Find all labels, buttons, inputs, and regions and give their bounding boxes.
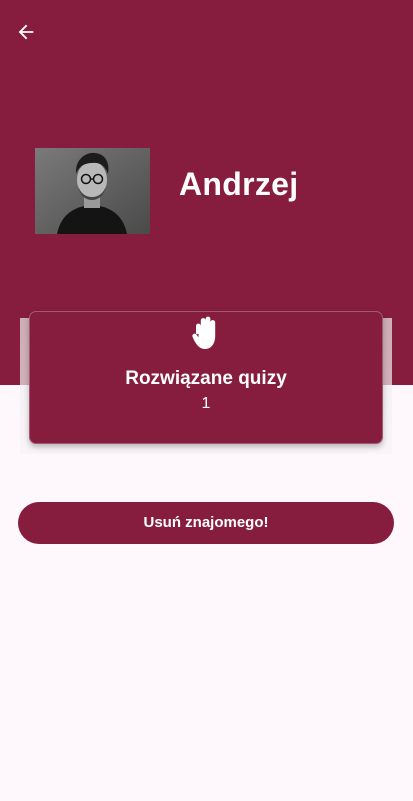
stat-label: Rozwiązane quizy <box>125 368 287 389</box>
solved-quizzes-card: Rozwiązane quizy 1 <box>29 311 383 444</box>
friend-name: Andrzej <box>179 166 299 202</box>
arrow-left-icon <box>18 24 34 40</box>
raised-hand-icon <box>192 316 216 349</box>
remove-friend-button[interactable]: Usuń znajomego! <box>18 502 394 544</box>
back-button[interactable] <box>10 16 42 48</box>
stat-value: 1 <box>201 395 211 412</box>
avatar <box>35 148 150 234</box>
